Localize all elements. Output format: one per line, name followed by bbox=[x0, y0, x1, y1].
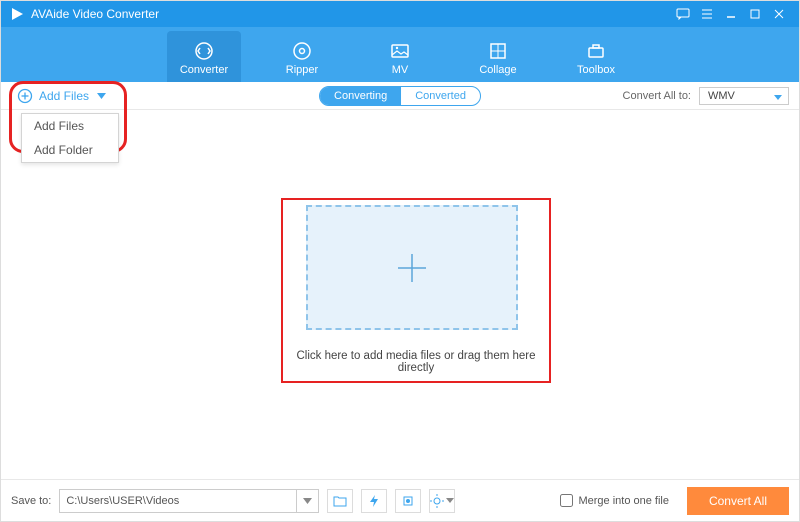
chevron-down-icon bbox=[97, 93, 106, 99]
settings-button[interactable] bbox=[429, 489, 455, 513]
status-filter: Converting Converted bbox=[319, 86, 481, 106]
add-files-label: Add Files bbox=[39, 89, 89, 103]
converter-icon bbox=[193, 38, 215, 64]
format-value: WMV bbox=[708, 90, 735, 102]
convert-all-label: Convert All to: bbox=[623, 90, 691, 102]
plus-icon bbox=[392, 248, 432, 288]
pill-converting[interactable]: Converting bbox=[320, 87, 401, 105]
convert-all-button[interactable]: Convert All bbox=[687, 487, 789, 515]
add-files-menu: Add Files Add Folder bbox=[21, 113, 119, 163]
boost-button[interactable] bbox=[361, 489, 387, 513]
mv-icon bbox=[389, 38, 411, 64]
main-tabs: Converter Ripper MV Collage Toolbox bbox=[1, 27, 799, 82]
ripper-icon bbox=[291, 38, 313, 64]
media-dropzone[interactable] bbox=[306, 205, 518, 330]
pill-converted[interactable]: Converted bbox=[401, 87, 480, 105]
save-path-input[interactable] bbox=[60, 495, 296, 507]
save-to-label: Save to: bbox=[11, 495, 51, 507]
tab-label: MV bbox=[392, 64, 409, 76]
collage-icon bbox=[487, 38, 509, 64]
menu-icon[interactable] bbox=[695, 2, 719, 26]
app-title: AVAide Video Converter bbox=[31, 7, 159, 21]
save-path-dropdown[interactable] bbox=[296, 490, 318, 512]
tab-label: Converter bbox=[180, 64, 228, 76]
tab-label: Ripper bbox=[286, 64, 318, 76]
dropzone-hint: Click here to add media files or drag th… bbox=[281, 350, 551, 374]
add-files-button[interactable]: Add Files bbox=[11, 86, 112, 106]
title-bar: AVAide Video Converter bbox=[1, 1, 799, 27]
merge-label: Merge into one file bbox=[578, 495, 669, 507]
feedback-icon[interactable] bbox=[671, 2, 695, 26]
toolbox-icon bbox=[585, 38, 607, 64]
app-logo-icon bbox=[9, 6, 25, 22]
plus-circle-icon bbox=[17, 88, 33, 104]
tab-label: Toolbox bbox=[577, 64, 615, 76]
close-icon[interactable] bbox=[767, 2, 791, 26]
convert-all-format: Convert All to: WMV bbox=[623, 87, 789, 105]
merge-option[interactable]: Merge into one file bbox=[560, 494, 669, 507]
tab-toolbox[interactable]: Toolbox bbox=[559, 31, 633, 82]
tab-ripper[interactable]: Ripper bbox=[265, 31, 339, 82]
hw-accel-button[interactable] bbox=[395, 489, 421, 513]
save-path-field bbox=[59, 489, 319, 513]
menu-item-add-folder[interactable]: Add Folder bbox=[22, 138, 118, 162]
menu-item-add-files[interactable]: Add Files bbox=[22, 114, 118, 138]
tab-mv[interactable]: MV bbox=[363, 31, 437, 82]
tab-collage[interactable]: Collage bbox=[461, 31, 535, 82]
tab-label: Collage bbox=[479, 64, 516, 76]
sub-toolbar: Add Files Converting Converted Convert A… bbox=[1, 82, 799, 110]
minimize-icon[interactable] bbox=[719, 2, 743, 26]
tab-converter[interactable]: Converter bbox=[167, 31, 241, 82]
browse-folder-button[interactable] bbox=[327, 489, 353, 513]
merge-checkbox[interactable] bbox=[560, 494, 573, 507]
maximize-icon[interactable] bbox=[743, 2, 767, 26]
output-format-select[interactable]: WMV bbox=[699, 87, 789, 105]
bottom-toolbar: Save to: Merge into one file Convert All bbox=[1, 479, 799, 521]
